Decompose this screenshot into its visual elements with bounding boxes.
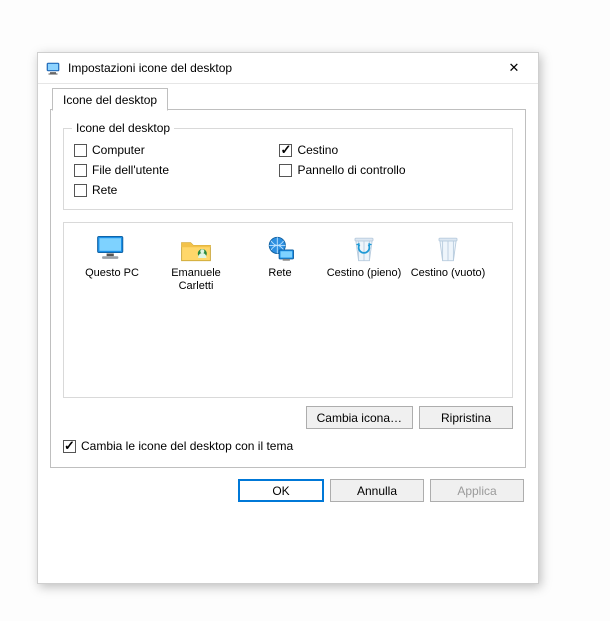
check-label: Pannello di controllo — [297, 163, 405, 177]
check-label: File dell'utente — [92, 163, 169, 177]
bin-empty-icon — [430, 233, 466, 265]
bin-full-icon — [346, 233, 382, 265]
check-network[interactable]: ✓ Rete — [74, 181, 279, 199]
desktop-icon-settings-dialog: Impostazioni icone del desktop ✕ Icone d… — [37, 52, 539, 584]
preview-icon-net[interactable]: Rete — [238, 233, 322, 293]
preview-icon-bin-empty[interactable]: Cestino (vuoto) — [406, 233, 490, 293]
check-user-files[interactable]: ✓ File dell'utente — [74, 161, 279, 179]
checkbox-icon: ✓ — [279, 144, 292, 157]
tab-label: Icone del desktop — [63, 93, 157, 107]
check-label: Computer — [92, 143, 145, 157]
checkbox-icon: ✓ — [279, 164, 292, 177]
check-label: Cestino — [297, 143, 338, 157]
tab-desktop-icons[interactable]: Icone del desktop — [52, 88, 168, 111]
group-legend: Icone del desktop — [72, 121, 174, 135]
cancel-button[interactable]: Annulla — [330, 479, 424, 502]
check-label: Rete — [92, 183, 117, 197]
userfolder-icon — [178, 233, 214, 265]
window-title: Impostazioni icone del desktop — [68, 61, 492, 75]
icon-action-row: Cambia icona… Ripristina — [63, 406, 513, 429]
theme-check-label: Cambia le icone del desktop con il tema — [81, 439, 293, 453]
icon-preview-panel: Questo PC Emanuele Carletti Rete Cestino… — [63, 222, 513, 398]
apply-button[interactable]: Applica — [430, 479, 524, 502]
ok-button[interactable]: OK — [238, 479, 324, 502]
preview-icon-userfolder[interactable]: Emanuele Carletti — [154, 233, 238, 293]
preview-icon-label: Rete — [268, 267, 291, 280]
close-button[interactable]: ✕ — [492, 53, 536, 83]
checkbox-icon: ✓ — [74, 164, 87, 177]
restore-defaults-button[interactable]: Ripristina — [419, 406, 513, 429]
check-recycle-bin[interactable]: ✓ Cestino — [279, 141, 484, 159]
checkbox-icon: ✓ — [74, 184, 87, 197]
titlebar: Impostazioni icone del desktop ✕ — [38, 53, 538, 84]
preview-icon-pc[interactable]: Questo PC — [70, 233, 154, 293]
check-computer[interactable]: ✓ Computer — [74, 141, 279, 159]
group-desktop-icons: Icone del desktop ✓ Computer ✓ File dell… — [63, 128, 513, 210]
check-control-panel[interactable]: ✓ Pannello di controllo — [279, 161, 484, 179]
app-icon — [46, 60, 62, 76]
checkbox-icon: ✓ — [63, 440, 76, 453]
change-icon-button[interactable]: Cambia icona… — [306, 406, 413, 429]
preview-icon-label: Cestino (pieno) — [327, 267, 402, 280]
preview-icon-bin-full[interactable]: Cestino (pieno) — [322, 233, 406, 293]
checkbox-icon: ✓ — [74, 144, 87, 157]
tabpage: Icone del desktop ✓ Computer ✓ File dell… — [50, 109, 526, 468]
tabstrip: Icone del desktop — [50, 88, 526, 110]
preview-icon-label: Questo PC — [85, 267, 139, 280]
pc-icon — [94, 233, 130, 265]
net-icon — [262, 233, 298, 265]
client-area: Icone del desktop Icone del desktop ✓ Co… — [38, 84, 538, 479]
preview-icon-label: Cestino (vuoto) — [411, 267, 486, 280]
preview-icon-label: Emanuele Carletti — [154, 267, 238, 293]
theme-change-check[interactable]: ✓ Cambia le icone del desktop con il tem… — [63, 439, 513, 453]
dialog-button-row: OK Annulla Applica — [38, 479, 538, 514]
